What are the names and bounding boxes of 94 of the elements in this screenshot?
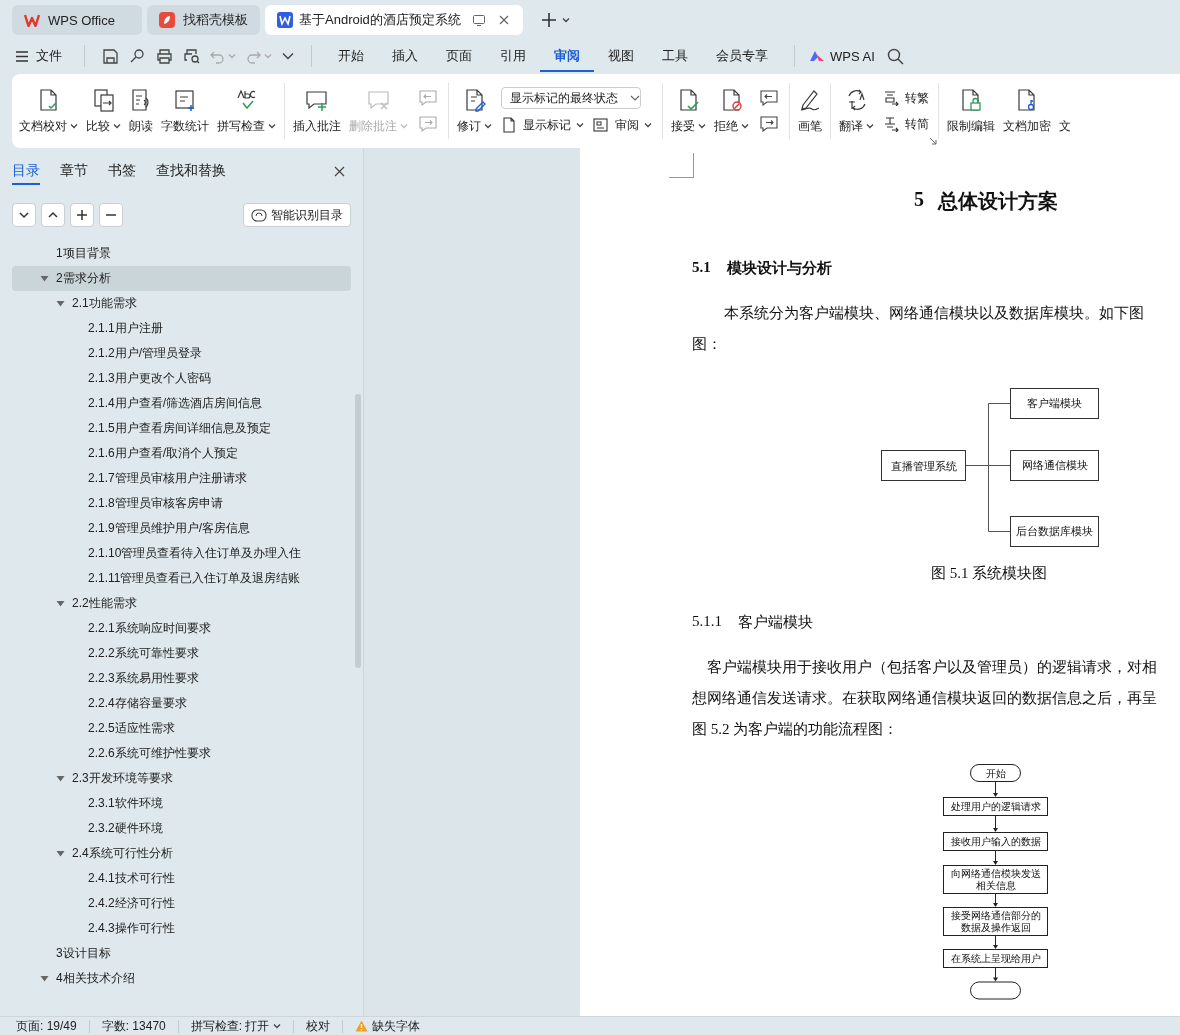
outline-item[interactable]: 2.1.2用户/管理员登录 xyxy=(12,341,351,366)
outline-item[interactable]: 2.1功能需求 xyxy=(12,291,351,316)
ribbon-button[interactable]: 文档加密 xyxy=(1000,81,1054,141)
ribbon-button[interactable]: 插入批注 xyxy=(290,81,344,141)
outline-item[interactable]: 2需求分析 xyxy=(12,266,351,291)
outline-item[interactable]: 2.2.2系统可靠性要求 xyxy=(12,641,351,666)
smart-toc-button[interactable]: 智能识别目录 xyxy=(243,203,351,227)
heading-number: 5.1.1 xyxy=(692,613,722,631)
ribbon-button[interactable]: 翻译 xyxy=(836,81,877,141)
chapter-heading: 总体设计方案 xyxy=(938,189,1058,214)
ribbon-tab[interactable]: 视图 xyxy=(594,40,648,72)
outline-item[interactable]: 2.1.6用户查看/取消个人预定 xyxy=(12,441,351,466)
outline-item[interactable]: 3设计目标 xyxy=(12,941,351,966)
proofread-button[interactable]: 校对 xyxy=(306,1017,331,1035)
outline-item[interactable]: 4相关技术介绍 xyxy=(12,966,351,991)
outline-item[interactable]: 2.1.3用户更改个人密码 xyxy=(12,366,351,391)
paragraph-line: 图 5.2 为客户端的功能流程图： xyxy=(692,720,899,739)
outline-item[interactable]: 2.3开发环境等要求 xyxy=(12,766,351,791)
diagram-box: 客户端模块 xyxy=(1010,388,1099,419)
ribbon-tab[interactable]: 插入 xyxy=(378,40,432,72)
outline-item[interactable]: 2.3.2硬件环境 xyxy=(12,816,351,841)
panel-tab[interactable]: 书签 xyxy=(108,157,136,185)
heading-number: 5.1 xyxy=(692,259,711,277)
flowchart-box: 接收用户输入的数据 xyxy=(943,832,1048,851)
ribbon-tab[interactable]: 开始 xyxy=(324,40,378,72)
ribbon-button[interactable]: 拒绝 xyxy=(711,81,752,141)
app-tab[interactable]: 找稻壳模板 xyxy=(147,5,260,35)
ribbon-tab[interactable]: 页面 xyxy=(432,40,486,72)
paragraph-line: 客户端模块用于接收用户（包括客户以及管理员）的逻辑请求，对相 xyxy=(707,658,1157,677)
flowchart-box: 接受网络通信部分的 数据及操作返回 xyxy=(943,907,1048,936)
outline-item[interactable]: 2.4.2经济可行性 xyxy=(12,891,351,916)
ribbon-button[interactable]: 接受 xyxy=(668,81,709,141)
outline-item[interactable]: 2.2.6系统可维护性要求 xyxy=(12,741,351,766)
file-menu-button[interactable]: 文件 xyxy=(16,47,62,65)
outline-item[interactable]: 2.2性能需求 xyxy=(12,591,351,616)
diagram-box: 后台数据库模块 xyxy=(1010,516,1099,547)
ribbon-button[interactable]: 文档校对 xyxy=(16,81,81,141)
outline-item[interactable]: 2.1.10管理员查看待入住订单及办理入住 xyxy=(12,541,351,566)
flowchart-box: 向网络通信模块发送 相关信息 xyxy=(943,865,1048,894)
paragraph-line: 想网络通信发送请求。在获取网络通信模块返回的数据信息之后，再呈 xyxy=(692,689,1157,708)
spell-check-toggle[interactable]: 拼写检查: 打开 xyxy=(190,1017,282,1035)
ribbon-tab[interactable]: 工具 xyxy=(648,40,702,72)
ribbon-button[interactable]: 文 xyxy=(1056,81,1074,141)
outline-item[interactable]: 2.1.4用户查看/筛选酒店房间信息 xyxy=(12,391,351,416)
ribbon-button[interactable]: 转繁 xyxy=(883,88,929,108)
ribbon-button[interactable]: 朗读 xyxy=(126,81,156,141)
heading-number: 5 xyxy=(914,188,924,212)
outline-item[interactable]: 2.3.1软件环境 xyxy=(12,791,351,816)
ribbon-button[interactable]: 审阅 xyxy=(593,115,653,135)
outline-item[interactable]: 1项目背景 xyxy=(12,241,351,266)
outline-item[interactable]: 2.1.11管理员查看已入住订单及退房结账 xyxy=(12,566,351,591)
flowchart-box: 在系统上呈现给用户 xyxy=(943,949,1048,968)
subsection-heading: 客户端模块 xyxy=(738,613,813,632)
outline-item[interactable]: 2.1.5用户查看房间详细信息及预定 xyxy=(12,416,351,441)
diagram-box: 直播管理系统 xyxy=(881,450,966,481)
outline-item[interactable]: 2.1.8管理员审核客房申请 xyxy=(12,491,351,516)
outline-item[interactable]: 2.4系统可行性分析 xyxy=(12,841,351,866)
paragraph-line: 本系统分为客户端模块、网络通信模块以及数据库模块。如下图 xyxy=(724,304,1144,323)
panel-tab[interactable]: 查找和替换 xyxy=(156,157,226,185)
ribbon-button[interactable]: 显示标记 xyxy=(501,115,585,135)
paragraph-line: 图： xyxy=(692,335,722,354)
missing-fonts-button[interactable]: 缺失字体 xyxy=(355,1017,421,1035)
ribbon-tab[interactable]: 会员专享 xyxy=(702,40,782,72)
ribbon-tab[interactable]: 审阅 xyxy=(540,40,594,72)
section-heading: 模块设计与分析 xyxy=(726,259,832,278)
outline-item[interactable]: 2.2.1系统响应时间要求 xyxy=(12,616,351,641)
page-indicator: 页面: 19/49 xyxy=(16,1017,77,1035)
word-count: 字数: 13470 xyxy=(101,1017,166,1035)
wps-ai-button[interactable]: WPS AI xyxy=(809,48,875,64)
flowchart-terminal: 开始 xyxy=(970,764,1021,782)
outline-item[interactable]: 2.2.3系统易用性要求 xyxy=(12,666,351,691)
outline-item[interactable]: 2.4.1技术可行性 xyxy=(12,866,351,891)
outline-item[interactable]: 2.2.4存储容量要求 xyxy=(12,691,351,716)
ribbon-button[interactable]: 限制编辑 xyxy=(944,81,998,141)
panel-tab[interactable]: 目录 xyxy=(12,157,40,185)
outline-item[interactable]: 2.2.5适应性需求 xyxy=(12,716,351,741)
ribbon-button[interactable]: 画笔 xyxy=(795,81,825,141)
ribbon-button[interactable]: 拼写检查 xyxy=(214,81,279,141)
app-tab[interactable]: WPS Office xyxy=(12,5,142,35)
app-tab[interactable]: 基于Android的酒店预定系统 xyxy=(265,5,523,35)
outline-item[interactable]: 2.1.7管理员审核用户注册请求 xyxy=(12,466,351,491)
ribbon-button[interactable]: 字数统计 xyxy=(158,81,212,141)
outline-item[interactable]: 2.1.1用户注册 xyxy=(12,316,351,341)
diagram-box: 网络通信模块 xyxy=(1010,450,1099,481)
panel-tab[interactable]: 章节 xyxy=(60,157,88,185)
flowchart-box: 处理用户的逻辑请求 xyxy=(943,797,1048,816)
ribbon-tab[interactable]: 引用 xyxy=(486,40,540,72)
ribbon-button[interactable]: 比较 xyxy=(83,81,124,141)
ribbon-button[interactable]: 转简 xyxy=(883,114,929,134)
outline-item[interactable]: 2.4.3操作可行性 xyxy=(12,916,351,941)
ribbon-button[interactable]: 修订 xyxy=(454,81,495,141)
markup-select[interactable]: 显示标记的最终状态 xyxy=(501,87,641,109)
outline-item[interactable]: 2.1.9管理员维护用户/客房信息 xyxy=(12,516,351,541)
figure-caption: 图 5.1 系统模块图 xyxy=(931,564,1048,583)
